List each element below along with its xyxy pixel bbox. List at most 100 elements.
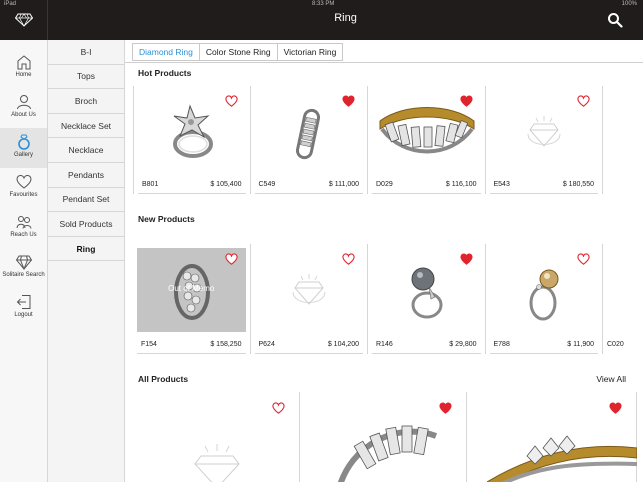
card-divider	[489, 353, 598, 354]
product-price: $ 11,900	[567, 341, 594, 348]
product-price: $ 116,100	[445, 181, 477, 188]
category-item-ring[interactable]: Ring	[48, 237, 124, 262]
nav-reach-us[interactable]: Reach Us	[0, 208, 47, 248]
category-item[interactable]: Pendant Set	[48, 188, 124, 213]
product-code: E788	[493, 341, 510, 348]
product-card[interactable]: E788 $ 11,900	[486, 244, 603, 354]
out-of-memo-label: Out of Memo	[168, 284, 215, 293]
favourite-heart-icon[interactable]	[609, 402, 622, 414]
category-item[interactable]: Pendants	[48, 163, 124, 188]
logout-icon	[16, 295, 30, 309]
all-products-grid	[133, 392, 637, 482]
nav-label-home: Home	[15, 72, 32, 78]
home-icon	[17, 55, 30, 70]
product-price: $ 111,000	[328, 181, 359, 188]
status-time: 8:33 PM	[312, 1, 335, 7]
ring-icon	[17, 134, 30, 150]
favourite-heart-icon[interactable]	[342, 95, 355, 107]
heart-icon	[15, 174, 32, 189]
category-item[interactable]: Broch	[48, 89, 124, 114]
category-list: B-I Tops Broch Necklace Set Necklace Pen…	[48, 40, 125, 482]
nav-solitaire-search[interactable]: Solitaire Search	[0, 248, 47, 288]
product-price: $ 104,200	[327, 341, 359, 348]
category-item[interactable]: Sold Products	[48, 212, 124, 237]
favourite-heart-icon[interactable]	[224, 253, 238, 265]
favourite-heart-icon[interactable]	[577, 253, 590, 265]
product-code: F154	[141, 341, 157, 348]
tab-victorian-ring[interactable]: Victorian Ring	[276, 43, 344, 61]
product-card[interactable]: P624 $ 104,200	[251, 244, 368, 354]
product-code: R146	[376, 341, 393, 348]
new-products-title: New Products	[138, 214, 195, 224]
product-card[interactable]: R146 $ 29,800	[368, 244, 486, 354]
search-icon[interactable]	[607, 12, 623, 28]
product-card[interactable]: C549 $ 111,000	[251, 86, 368, 194]
product-card[interactable]: E543 $ 180,550	[486, 86, 603, 194]
product-card[interactable]: Out of Memo F154 $ 158,250	[133, 244, 251, 354]
tab-divider	[125, 62, 643, 63]
tab-color-stone-ring[interactable]: Color Stone Ring	[198, 43, 278, 61]
product-code: D029	[376, 181, 393, 188]
favourite-heart-icon[interactable]	[577, 95, 590, 107]
product-price: $ 29,800	[449, 341, 477, 348]
favourite-heart-icon[interactable]	[439, 402, 452, 414]
card-divider	[254, 193, 363, 194]
favourite-heart-icon[interactable]	[272, 402, 285, 414]
category-item[interactable]: Necklace	[48, 138, 124, 163]
product-code: C549	[258, 181, 276, 188]
product-code: E543	[493, 181, 510, 188]
product-price: $ 158,250	[210, 341, 242, 348]
logo[interactable]	[0, 0, 48, 40]
product-card[interactable]	[133, 392, 300, 482]
nav-home[interactable]: Home	[0, 48, 47, 88]
product-price: $ 180,550	[562, 181, 594, 188]
diamond-icon	[15, 255, 32, 270]
favourite-heart-icon[interactable]	[224, 95, 238, 107]
nav-favourites[interactable]: Favourites	[0, 168, 47, 208]
favourite-heart-icon[interactable]	[342, 253, 355, 265]
main-content: Diamond Ring Color Stone Ring Victorian …	[125, 40, 643, 482]
person-icon	[16, 95, 31, 110]
tab-diamond-ring[interactable]: Diamond Ring	[132, 43, 200, 61]
all-products-title: All Products	[138, 374, 189, 384]
nav-label-reach-us: Reach Us	[10, 232, 37, 238]
product-card[interactable]: B801 $ 105,400	[133, 86, 251, 194]
nav-logout[interactable]: Logout	[0, 288, 47, 328]
diamond-logo-icon	[14, 13, 33, 27]
view-all-link[interactable]: View All	[596, 374, 626, 384]
nav-label-gallery: Gallery	[13, 152, 33, 158]
app-root: iPad 8:33 PM 100% Ring Home About Us Gal…	[0, 0, 643, 482]
product-card[interactable]	[467, 392, 637, 482]
nav-label-favourites: Favourites	[9, 192, 38, 198]
people-icon	[16, 216, 31, 229]
product-card[interactable]: C020	[603, 244, 633, 354]
card-divider	[138, 193, 246, 194]
product-code: C020	[607, 341, 624, 348]
favourite-heart-icon[interactable]	[459, 253, 473, 265]
nav-about-us[interactable]: About Us	[0, 88, 47, 128]
left-nav: Home About Us Gallery Favourites Reach U…	[0, 40, 48, 482]
product-code: B801	[142, 181, 159, 188]
nav-label-solitaire-search: Solitaire Search	[2, 272, 45, 278]
product-price: $ 105,400	[210, 181, 242, 188]
status-battery: 100%	[621, 1, 637, 7]
nav-label-logout: Logout	[14, 312, 33, 318]
card-divider	[372, 353, 481, 354]
card-divider	[254, 353, 363, 354]
product-card[interactable]: D029 $ 116,100	[368, 86, 486, 194]
page-title: Ring	[334, 12, 357, 24]
product-card[interactable]	[300, 392, 467, 482]
card-divider	[489, 193, 598, 194]
category-item[interactable]: B-I	[48, 40, 124, 65]
hot-products-title: Hot Products	[138, 68, 192, 78]
favourite-heart-icon[interactable]	[459, 95, 473, 107]
hot-products-grid: B801 $ 105,400 C549 $ 111,000 D029 $ 116…	[133, 86, 603, 194]
category-item[interactable]: Tops	[48, 65, 124, 90]
ring-type-tabs: Diamond Ring Color Stone Ring Victorian …	[132, 43, 344, 61]
nav-gallery[interactable]: Gallery	[0, 128, 47, 168]
category-item[interactable]: Necklace Set	[48, 114, 124, 139]
product-code: P624	[258, 341, 275, 348]
card-divider	[372, 193, 481, 194]
card-divider	[137, 353, 246, 354]
new-products-grid: Out of Memo F154 $ 158,250 P624 $ 104,20…	[133, 244, 643, 354]
